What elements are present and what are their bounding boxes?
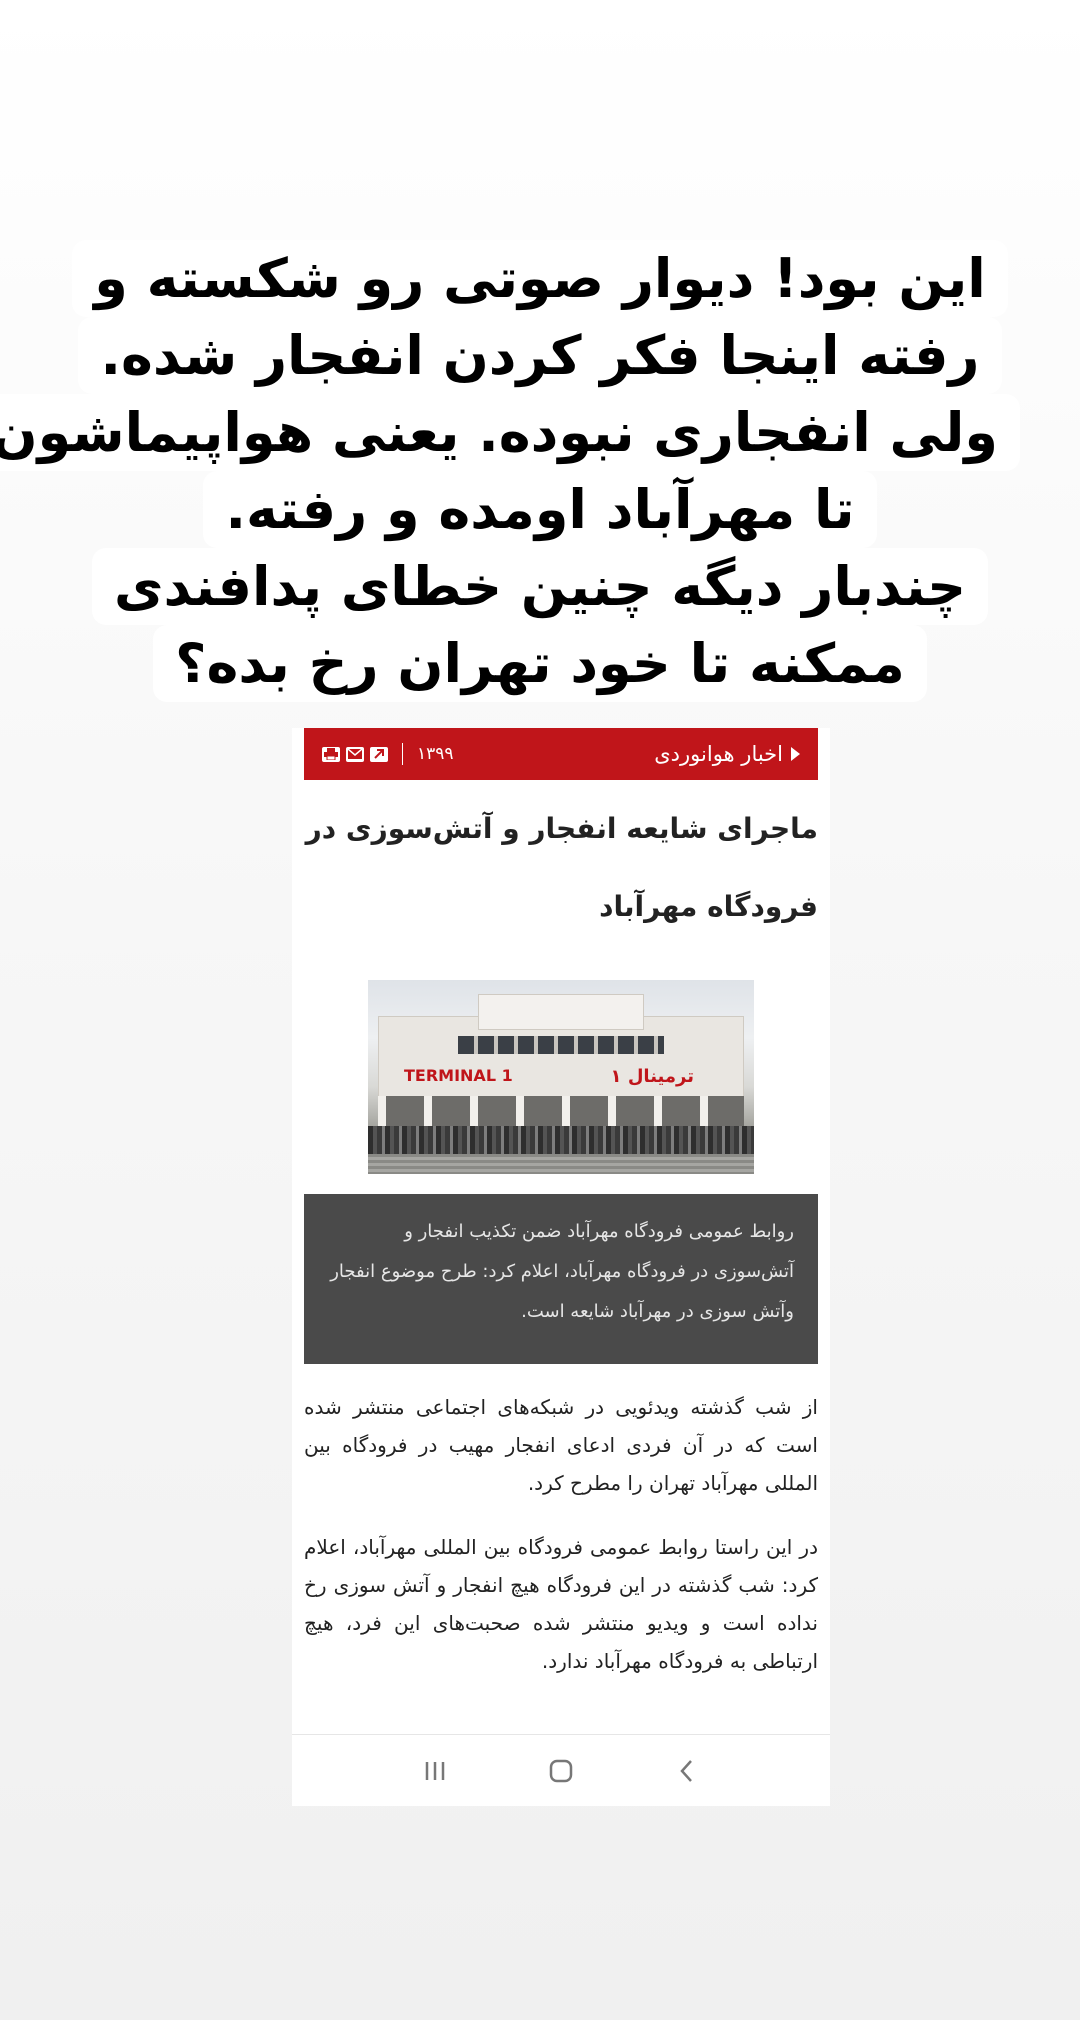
article-year: ۱۳۹۹ [417, 744, 454, 764]
steps [368, 1154, 754, 1174]
divider [402, 743, 403, 765]
caption-line: این بود! دیوار صوتی رو شکسته و [72, 240, 1008, 317]
mail-icon[interactable] [346, 746, 364, 762]
category-link[interactable]: اخبار هوانوردی [654, 742, 800, 766]
headline-line: ماجرای شایعه انفجار و آتش‌سوزی در [305, 812, 818, 845]
article-headline: ماجرای شایعه انفجار و آتش‌سوزی در فرودگا… [304, 786, 818, 946]
android-nav-bar [292, 1734, 830, 1806]
caption-overlay: این بود! دیوار صوتی رو شکسته و رفته اینج… [0, 240, 1020, 702]
news-category-bar: اخبار هوانوردی ۱۳۹۹ [304, 728, 818, 780]
article-screenshot: اخبار هوانوردی ۱۳۹۹ ماجرای شایعه انفجار … [292, 728, 830, 1806]
airport-sign-board [478, 994, 644, 1030]
terminal-photo: TERMINAL 1 ترمینال ۱ [368, 980, 754, 1174]
caption-line: چندبار دیگه چنین خطای پدافندی [91, 548, 989, 625]
caption-line: ممکنه تا خود تهران رخ بده؟ [153, 625, 927, 702]
headline-line: فرودگاه مهرآباد [599, 890, 818, 923]
article-paragraph: از شب گذشته ویدئویی در شبکه‌های اجتماعی … [304, 1395, 818, 1495]
recents-icon[interactable] [415, 1751, 455, 1791]
arrow-right-icon [791, 747, 800, 761]
terminal-windows [458, 1036, 664, 1054]
article-paragraph: در این راستا روابط عمومی فرودگاه بین الم… [304, 1535, 818, 1673]
share-icon[interactable] [370, 746, 388, 762]
terminal-sign-fa: ترمینال ۱ [610, 1066, 694, 1087]
article-tools: ۱۳۹۹ [322, 743, 454, 765]
caption-line: رفته اینجا فکر کردن انفجار شده. [78, 317, 1002, 394]
terminal-sign-en: TERMINAL 1 [404, 1066, 513, 1085]
category-label: اخبار هوانوردی [654, 742, 783, 766]
print-icon[interactable] [322, 746, 340, 762]
home-icon[interactable] [541, 1751, 581, 1791]
caption-line: تا مهرآباد اومده و رفته. [203, 471, 877, 548]
caption-line: ولی انفجاری نبوده. یعنی هواپیماشون [0, 394, 1020, 471]
back-icon[interactable] [667, 1751, 707, 1791]
crowd [368, 1126, 754, 1156]
article-summary: روابط عمومی فرودگاه مهرآباد ضمن تکذیب ان… [304, 1194, 818, 1364]
